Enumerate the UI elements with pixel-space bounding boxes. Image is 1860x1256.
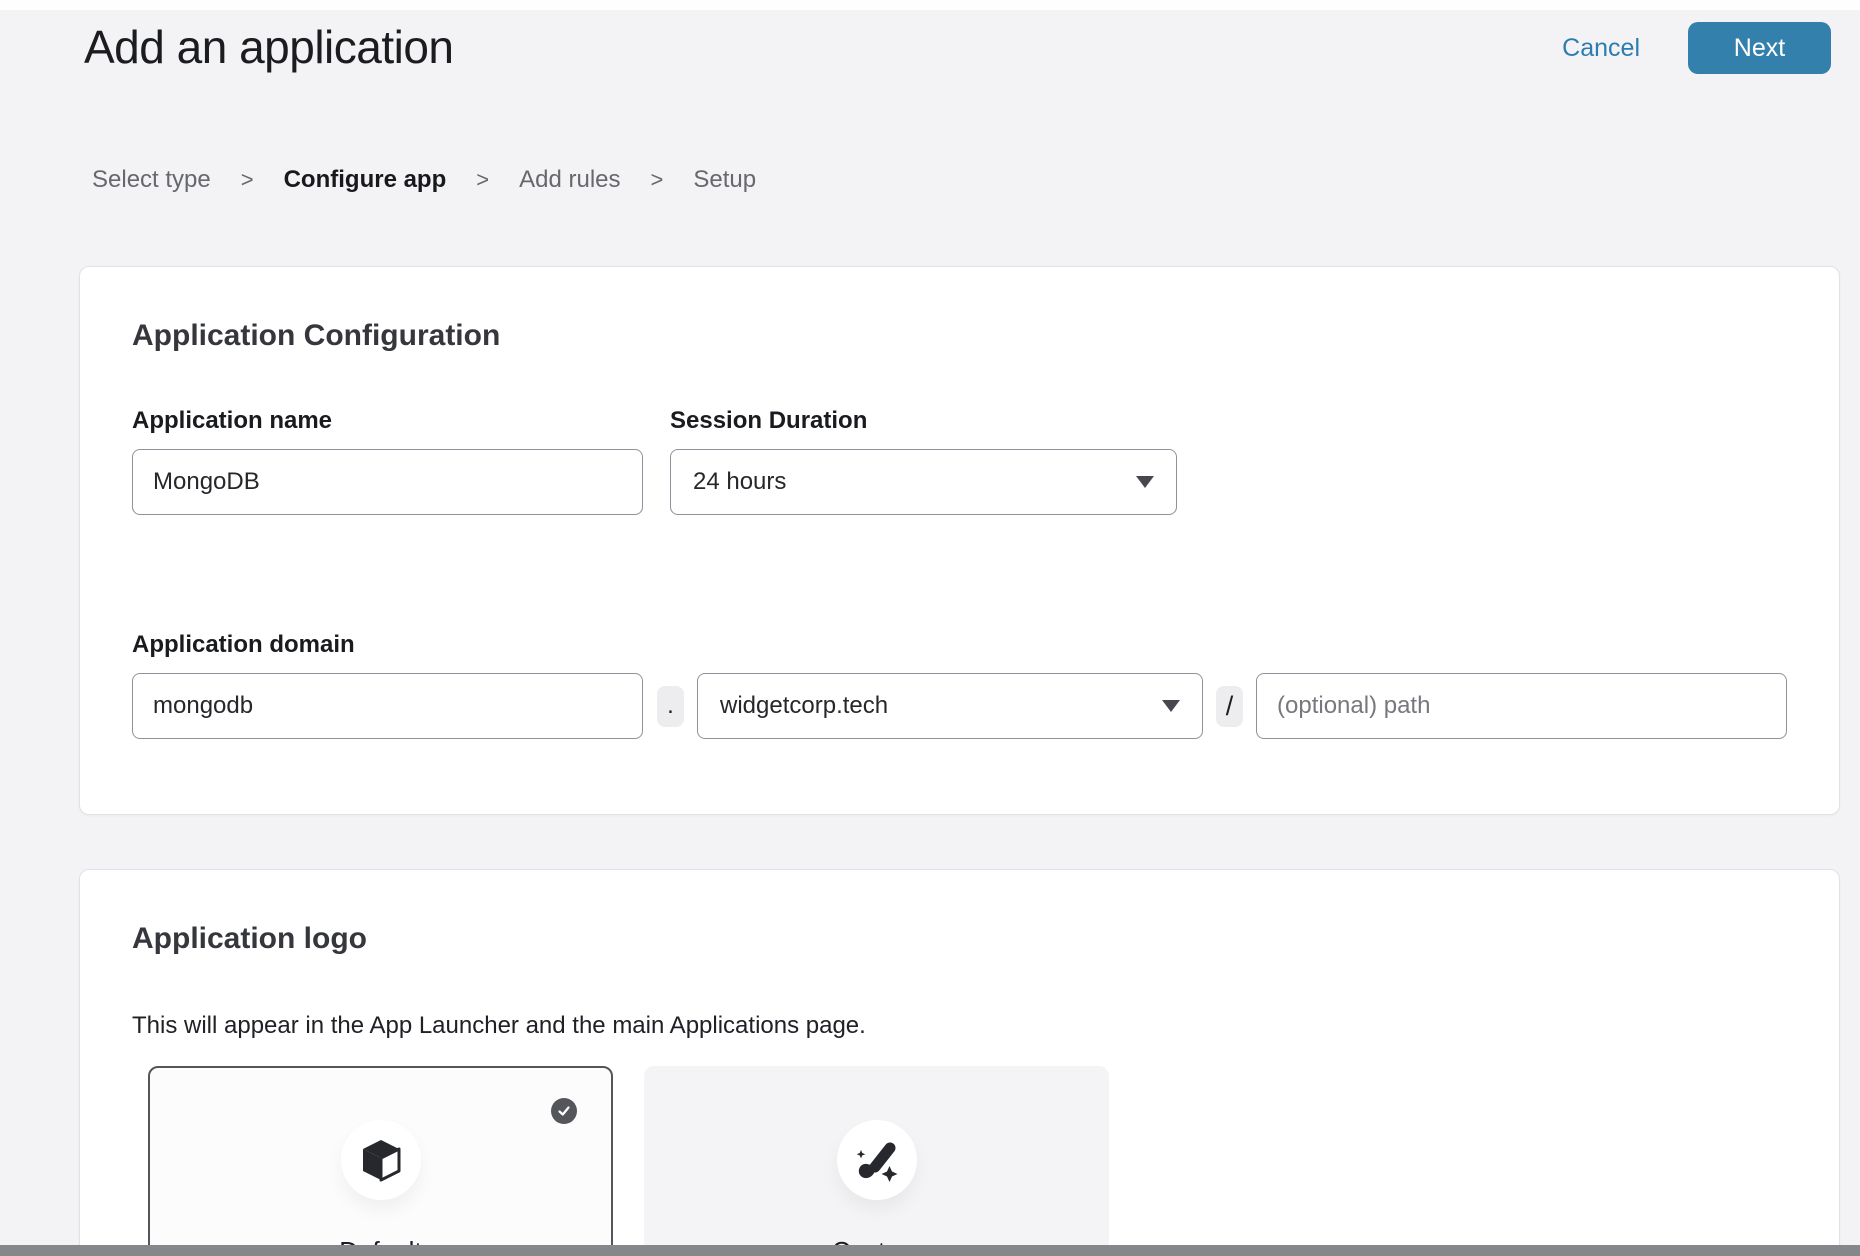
step-select-type[interactable]: Select type: [92, 166, 211, 194]
domain-select-value: widgetcorp.tech: [720, 692, 888, 720]
logo-options-row: Default Custom: [148, 1066, 1787, 1256]
application-domain-field: Application domain . widgetcorp.tech /: [132, 631, 1787, 739]
application-configuration-card: Application Configuration Application na…: [79, 266, 1840, 815]
chevron-down-icon: [1162, 700, 1180, 712]
bottom-edge-bar: [0, 1245, 1860, 1256]
custom-logo-circle: [837, 1120, 917, 1200]
logo-option-custom[interactable]: Custom: [644, 1066, 1109, 1256]
session-duration-select[interactable]: 24 hours: [670, 449, 1177, 515]
logo-card-description: This will appear in the App Launcher and…: [132, 1012, 1787, 1040]
configuration-card-title: Application Configuration: [132, 319, 1787, 353]
application-name-input[interactable]: [132, 449, 643, 515]
session-duration-value: 24 hours: [693, 468, 786, 496]
chevron-down-icon: [1136, 476, 1154, 488]
application-name-label: Application name: [132, 407, 643, 435]
wizard-steps: Select type > Configure app > Add rules …: [92, 166, 756, 194]
top-edge-strip: [0, 0, 1860, 10]
next-button[interactable]: Next: [1688, 22, 1831, 74]
name-and-session-row: Application name Session Duration 24 hou…: [132, 407, 1787, 515]
domain-dot-separator: .: [657, 686, 684, 727]
domain-select[interactable]: widgetcorp.tech: [697, 673, 1203, 739]
paintbrush-icon: [853, 1136, 901, 1184]
page-title: Add an application: [84, 20, 454, 74]
session-duration-field: Session Duration 24 hours: [670, 407, 1177, 515]
application-domain-row: . widgetcorp.tech /: [132, 673, 1787, 739]
step-setup[interactable]: Setup: [693, 166, 756, 194]
application-domain-label: Application domain: [132, 631, 1787, 659]
default-logo-circle: [341, 1120, 421, 1200]
session-duration-label: Session Duration: [670, 407, 1177, 435]
step-separator-icon: >: [476, 167, 489, 193]
cube-icon: [361, 1138, 401, 1182]
logo-option-default[interactable]: Default: [148, 1066, 613, 1256]
application-name-field: Application name: [132, 407, 643, 515]
step-add-rules[interactable]: Add rules: [519, 166, 620, 194]
domain-slash-separator: /: [1216, 686, 1243, 727]
path-input[interactable]: [1256, 673, 1787, 739]
logo-card-title: Application logo: [132, 922, 1787, 956]
page-header: Add an application Cancel Next: [84, 20, 1831, 74]
subdomain-input[interactable]: [132, 673, 643, 739]
step-separator-icon: >: [241, 167, 254, 193]
application-logo-card: Application logo This will appear in the…: [79, 869, 1840, 1256]
selected-check-icon: [551, 1098, 577, 1124]
step-separator-icon: >: [651, 167, 664, 193]
step-configure-app[interactable]: Configure app: [284, 166, 447, 194]
cancel-button[interactable]: Cancel: [1562, 34, 1640, 63]
header-actions: Cancel Next: [1562, 22, 1831, 74]
